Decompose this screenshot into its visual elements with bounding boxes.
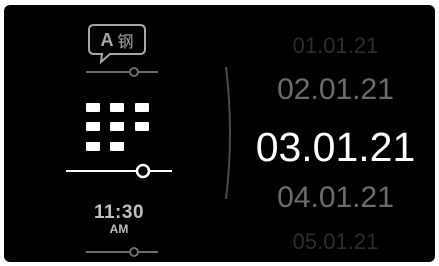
clock-time: 11:30 (93, 202, 145, 223)
date-option[interactable]: 04.01.21 (236, 181, 435, 215)
language-letter: A (100, 29, 114, 50)
language-button[interactable]: A 钢 (88, 24, 146, 64)
date-option[interactable]: 02.01.21 (236, 73, 435, 107)
clock-ampm: AM (109, 222, 129, 236)
clock[interactable]: 11:30 AM (74, 202, 164, 236)
keypad-key (110, 103, 124, 112)
picker-divider (225, 67, 231, 199)
language-slider-handle (129, 67, 139, 77)
keypad-key (86, 103, 100, 112)
clock-slider[interactable] (86, 246, 158, 258)
date-option[interactable]: 01.01.21 (236, 33, 435, 59)
date-option-selected[interactable]: 03.01.21 (236, 124, 435, 171)
language-label: A 钢 (88, 26, 146, 54)
clock-slider-handle (129, 247, 139, 257)
keypad-key (135, 103, 149, 112)
keypad-key (86, 142, 100, 151)
sidebar: A 钢 11:30 AM (4, 5, 224, 262)
keypad-slider[interactable] (66, 163, 172, 179)
keypad-key (110, 142, 124, 151)
keypad-slider-handle (135, 163, 151, 179)
language-glyph: 钢 (117, 32, 134, 51)
date-option[interactable]: 05.01.21 (236, 229, 435, 255)
keypad-icon[interactable] (80, 103, 158, 155)
watch-screen: A 钢 11:30 AM 01.01.21 02.01.21 03.01.21 … (4, 5, 435, 262)
keypad-key (110, 122, 124, 131)
keypad-key (86, 122, 100, 131)
language-slider[interactable] (86, 66, 158, 78)
date-picker[interactable]: 01.01.21 02.01.21 03.01.21 04.01.21 05.0… (236, 5, 435, 262)
keypad-key (135, 122, 149, 131)
